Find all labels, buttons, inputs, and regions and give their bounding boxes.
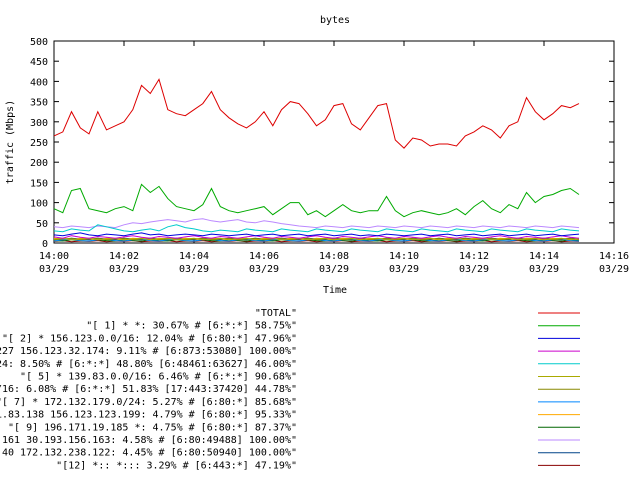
legend-entry-8: "[ 8] 71.221.83.138 156.123.123.199: 4.7… <box>0 410 297 421</box>
plot-area: 0 50 100 150 200 250 300 350 400 450 500 14:00 03/29… <box>30 37 629 275</box>
x-tick-label-time: 14:06 <box>249 251 279 262</box>
x-tick-label-date: 03/29 <box>529 264 559 275</box>
x-tick-label-time: 14:02 <box>109 251 139 262</box>
x-tick-label-date: 03/29 <box>319 264 349 275</box>
legend-entry-12: "[12] *:: *::: 3.29% # [6:443:*] 47.19%" <box>56 460 297 471</box>
x-tick-label-time: 14:00 <box>39 251 69 262</box>
x-tick-label-time: 14:08 <box>319 251 349 262</box>
legend-entry-9: "[ 9] 196.171.19.185 *: 4.75% # [6:80:*]… <box>8 422 297 433</box>
y-axis-label: traffic (Mbps) <box>5 100 16 184</box>
x-tick-label-date: 03/29 <box>459 264 489 275</box>
y-tick-label: 200 <box>30 158 48 169</box>
x-tick-label-date: 03/29 <box>179 264 209 275</box>
legend-entry-3: "[ 3] 211.103.199.227 156.123.32.174: 9.… <box>0 346 297 357</box>
x-tick-label-date: 03/29 <box>389 264 419 275</box>
y-tick-label: 400 <box>30 77 48 88</box>
legend-entry-2: "[ 2] * 156.123.0.0/16: 12.04% # [6:80:*… <box>2 333 297 344</box>
x-tick-label-date: 03/29 <box>599 264 629 275</box>
x-tick-label-time: 14:04 <box>179 251 209 262</box>
y-tick-label: 500 <box>30 37 48 48</box>
legend: "TOTAL" "[ 1] * *: 30.67% # [6:*:*] 58.75… <box>0 308 580 471</box>
y-tick-label: 50 <box>36 219 48 230</box>
series-line-1 <box>53 183 580 218</box>
x-tick-label-date: 03/29 <box>109 264 139 275</box>
traffic-chart: bytes traffic (Mbps) Time 0 50 100 150 200 25… <box>0 15 629 471</box>
x-tick-label-date: 03/29 <box>39 264 69 275</box>
y-tick-label: 100 <box>30 199 48 210</box>
legend-entry-5: "[ 5] * 139.83.0.0/16: 6.46% # [6:*:*] 9… <box>20 372 297 383</box>
y-tick-label: 350 <box>30 98 48 109</box>
series-line-4 <box>53 224 580 233</box>
series-line-0 <box>53 78 580 149</box>
y-tick-label: 0 <box>42 239 48 250</box>
legend-entry-1: "[ 1] * *: 30.67% # [6:*:*] 58.75%" <box>86 321 297 332</box>
x-tick-label-time: 14:10 <box>389 251 419 262</box>
legend-entry-11: "[11] 210.156.171.40 172.132.238.122: 4.… <box>0 448 297 459</box>
chart-title: bytes <box>320 15 350 26</box>
y-tick-label: 250 <box>30 138 48 149</box>
legend-entry-0: "TOTAL" <box>255 308 297 319</box>
x-axis-label: Time <box>323 285 347 296</box>
legend-entry-7: "[ 7] * 172.132.179.0/24: 5.27% # [6:80:… <box>0 397 297 408</box>
y-tick-label: 150 <box>30 178 48 189</box>
legend-entry-6: "[ 6] * 172.132.0.0/16: 6.08% # [6:*:*] … <box>0 384 297 395</box>
series-line-10 <box>53 218 580 229</box>
legend-entry-4: "[ 4] * 172.132.178.0/24: 8.50% # [6:*:*… <box>0 359 297 370</box>
x-tick-label-time: 14:12 <box>459 251 489 262</box>
y-tick-label: 450 <box>30 57 48 68</box>
x-tick-label-time: 14:16 <box>599 251 629 262</box>
legend-entry-10: "[10] 196.171.29.161 30.193.156.163: 4.5… <box>0 435 297 446</box>
plot-frame <box>53 40 615 244</box>
x-tick-label-time: 14:14 <box>529 251 559 262</box>
x-tick-label-date: 03/29 <box>249 264 279 275</box>
y-tick-label: 300 <box>30 118 48 129</box>
